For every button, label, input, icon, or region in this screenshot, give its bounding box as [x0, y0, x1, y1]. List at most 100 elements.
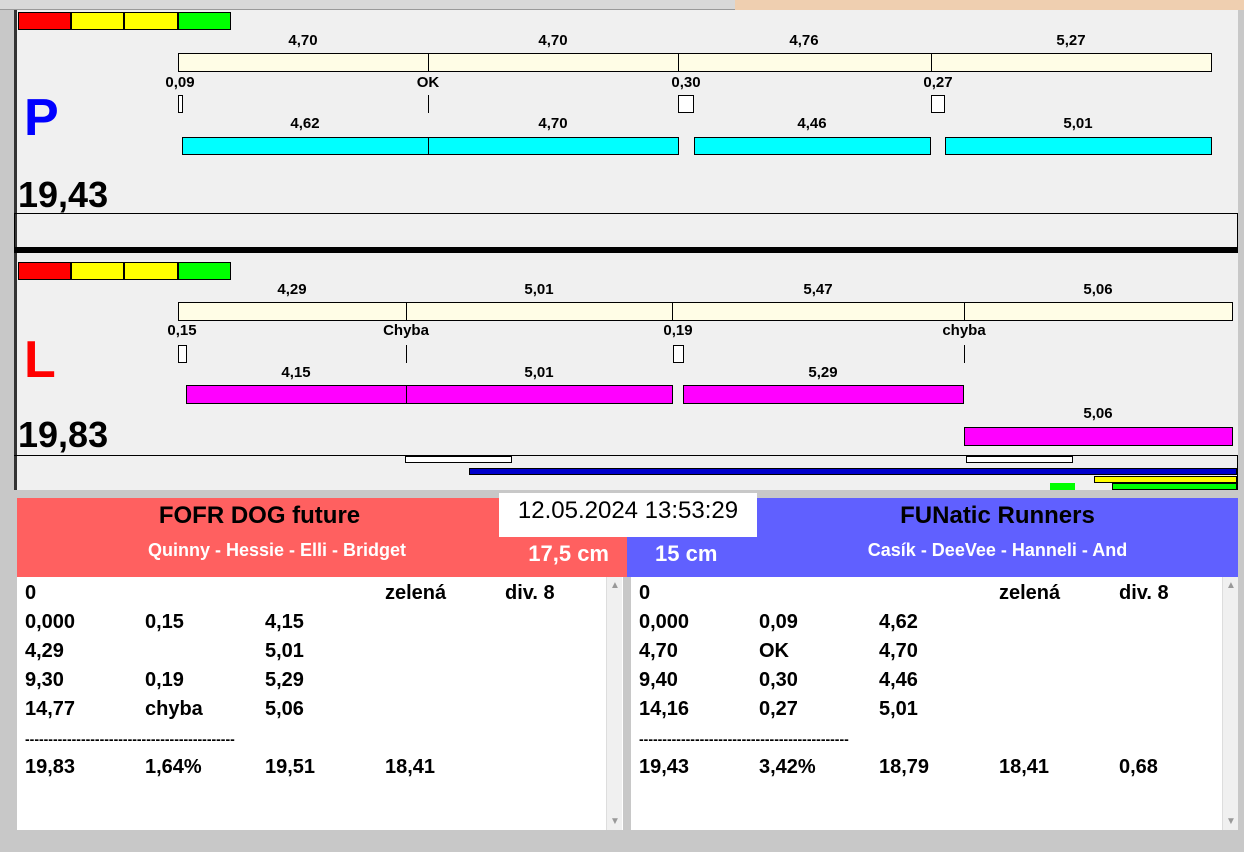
- change-marker: [673, 345, 684, 363]
- progress-bar-green: [1112, 483, 1237, 490]
- result-cell: zelená: [385, 582, 447, 604]
- change-label: 0,15: [167, 322, 197, 339]
- left-results-list[interactable]: [17, 577, 623, 830]
- left-scrollbar[interactable]: ▲ ▼: [606, 577, 622, 830]
- result-cell: 4,70: [879, 640, 918, 662]
- reference-bar-p: [178, 53, 1212, 72]
- run-bar: [694, 137, 931, 155]
- run-bar: [406, 385, 673, 404]
- segment-label: 4,70: [538, 32, 568, 49]
- result-cell: chyba: [145, 698, 203, 720]
- change-label: OK: [416, 74, 440, 91]
- result-cell: 0,68: [1119, 756, 1158, 778]
- run-label: 4,62: [290, 115, 320, 132]
- run-label: 5,06: [1083, 405, 1113, 422]
- run-bar: [182, 137, 429, 155]
- result-cell: 0,27: [759, 698, 798, 720]
- lane-letter-p: P: [24, 89, 59, 147]
- run-label: 5,29: [808, 364, 838, 381]
- legend-yellow: [71, 12, 124, 30]
- change-marker: [406, 345, 407, 363]
- result-cell: OK: [759, 640, 789, 662]
- run-bar: [964, 427, 1233, 446]
- result-cell: 0,000: [25, 611, 76, 633]
- divider: [428, 53, 429, 72]
- result-cell: zelená: [999, 582, 1061, 604]
- result-cell: 1,64%: [145, 756, 202, 778]
- result-cell: ----------------------------------------…: [639, 731, 849, 747]
- run-label: 4,15: [281, 364, 311, 381]
- legend-green: [178, 262, 231, 280]
- change-marker: [428, 95, 429, 113]
- result-cell: 5,06: [265, 698, 304, 720]
- right-scrollbar[interactable]: ▲ ▼: [1222, 577, 1238, 830]
- run-bar: [683, 385, 964, 404]
- left-team-name: FOFR DOG future: [158, 502, 361, 529]
- segment-label: 5,47: [803, 281, 833, 298]
- result-cell: 4,46: [879, 669, 918, 691]
- result-cell: 0,30: [759, 669, 798, 691]
- result-cell: ----------------------------------------…: [25, 731, 235, 747]
- right-results-list[interactable]: [631, 577, 1238, 830]
- right-team-name: FUNatic Runners: [900, 502, 1095, 529]
- divider: [406, 302, 407, 321]
- run-label: 4,70: [538, 115, 568, 132]
- segment-label: 5,01: [524, 281, 554, 298]
- change-label: 0,19: [663, 322, 693, 339]
- run-bar: [428, 137, 679, 155]
- result-cell: 4,15: [265, 611, 304, 633]
- result-cell: 5,01: [879, 698, 918, 720]
- run-label: 5,01: [1063, 115, 1093, 132]
- result-cell: 19,51: [265, 756, 316, 778]
- right-team-height: 15 cm: [655, 541, 718, 566]
- result-cell: 18,41: [385, 756, 436, 778]
- change-marker: [678, 95, 694, 113]
- color-legend-p: [18, 12, 231, 30]
- lane-letter-l: L: [24, 331, 56, 389]
- progress-marker: [405, 456, 512, 463]
- run-label: 4,46: [797, 115, 827, 132]
- progress-marker: [966, 456, 1073, 463]
- result-cell: 9,30: [25, 669, 64, 691]
- tab-strip[interactable]: [0, 0, 1244, 10]
- segment-label: 5,27: [1056, 32, 1086, 49]
- result-cell: 4,62: [879, 611, 918, 633]
- result-cell: 0: [25, 582, 37, 604]
- result-cell: 9,40: [639, 669, 678, 691]
- run-label: 5,01: [524, 364, 554, 381]
- legend-red: [18, 12, 71, 30]
- result-cell: 4,70: [639, 640, 678, 662]
- divider: [678, 53, 679, 72]
- result-cell: 4,29: [25, 640, 64, 662]
- legend-yellow: [71, 262, 124, 280]
- change-label: 0,30: [671, 74, 701, 91]
- right-team-dogs: Casík - DeeVee - Hanneli - And: [867, 540, 1128, 560]
- change-marker: [964, 345, 965, 363]
- change-label: 0,09: [165, 74, 195, 91]
- segment-label: 4,70: [288, 32, 318, 49]
- color-legend-l: [18, 262, 231, 280]
- datetime: 12.05.2024 13:53:29: [499, 493, 757, 537]
- result-cell: 5,29: [265, 669, 304, 691]
- result-cell: 18,79: [879, 756, 930, 778]
- result-cell: 5,01: [265, 640, 304, 662]
- segment-label: 5,06: [1083, 281, 1113, 298]
- run-bar: [945, 137, 1212, 155]
- change-label: 0,27: [923, 74, 953, 91]
- progress-bar-yellow: [1094, 476, 1237, 483]
- result-cell: 0,15: [145, 611, 184, 633]
- change-label: Chyba: [383, 322, 429, 339]
- result-cell: 0,19: [145, 669, 184, 691]
- segment-label: 4,29: [277, 281, 307, 298]
- divider: [672, 302, 673, 321]
- change-marker: [931, 95, 945, 113]
- left-team-dogs: Quinny - Hessie - Elli - Bridget: [147, 540, 407, 560]
- legend-yellow: [124, 12, 178, 30]
- result-cell: 19,43: [639, 756, 690, 778]
- result-cell: div. 8: [505, 582, 555, 604]
- result-cell: 0: [639, 582, 651, 604]
- change-marker: [178, 345, 187, 363]
- progress-box-p: [14, 213, 1238, 248]
- change-marker: [178, 95, 183, 113]
- result-cell: 14,16: [639, 698, 690, 720]
